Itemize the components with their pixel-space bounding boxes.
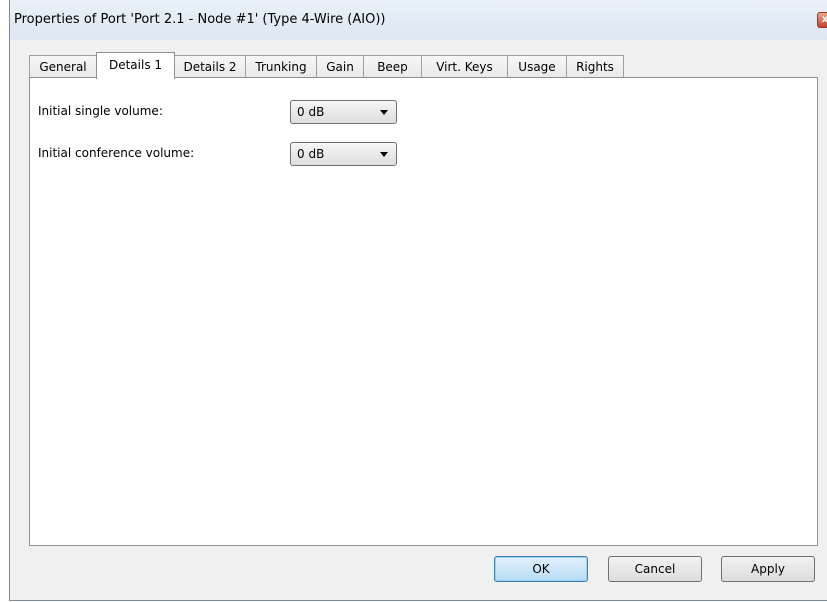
tab-usage[interactable]: Usage	[507, 55, 567, 78]
initial-conference-volume-value: 0 dB	[297, 147, 325, 161]
chevron-down-icon	[380, 152, 388, 157]
apply-button[interactable]: Apply	[721, 556, 815, 582]
initial-conference-volume-select[interactable]: 0 dB	[290, 142, 397, 166]
tab-details-2[interactable]: Details 2	[174, 55, 246, 78]
tab-virt-keys[interactable]: Virt. Keys	[421, 55, 508, 78]
cancel-button[interactable]: Cancel	[608, 556, 702, 582]
tab-general[interactable]: General	[29, 55, 97, 78]
tab-panel-details-1: Initial single volume: 0 dB Initial conf…	[29, 77, 818, 546]
window-title: Properties of Port 'Port 2.1 - Node #1' …	[14, 12, 386, 27]
initial-single-volume-label: Initial single volume:	[38, 104, 163, 118]
close-icon[interactable]: x	[817, 12, 827, 28]
dialog-client-area: General Details 1 Details 2 Trunking Gai…	[10, 40, 827, 600]
tab-beep[interactable]: Beep	[363, 55, 422, 78]
tab-gain[interactable]: Gain	[316, 55, 364, 78]
properties-dialog: Properties of Port 'Port 2.1 - Node #1' …	[9, 0, 827, 601]
ok-button[interactable]: OK	[494, 556, 588, 582]
title-bar[interactable]: Properties of Port 'Port 2.1 - Node #1' …	[10, 0, 827, 40]
initial-conference-volume-label: Initial conference volume:	[38, 146, 195, 160]
tab-trunking[interactable]: Trunking	[245, 55, 317, 78]
initial-single-volume-value: 0 dB	[297, 105, 325, 119]
tab-details-1[interactable]: Details 1	[96, 52, 175, 79]
chevron-down-icon	[380, 110, 388, 115]
tab-rights[interactable]: Rights	[566, 55, 624, 78]
initial-single-volume-select[interactable]: 0 dB	[290, 100, 397, 124]
